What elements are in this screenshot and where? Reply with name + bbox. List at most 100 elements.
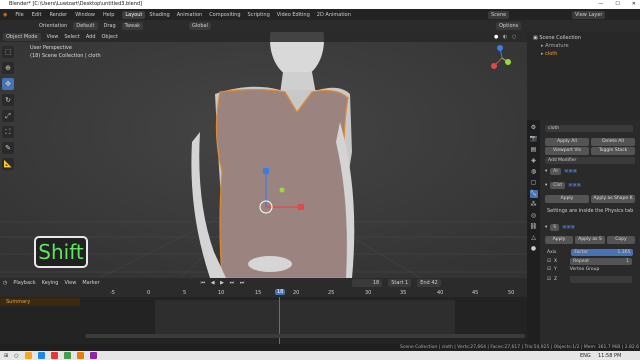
tab-animation[interactable]: Animation [174,11,206,19]
tab-layout[interactable]: Layout [122,10,146,19]
modifier-smooth-name[interactable]: S [550,224,560,231]
modifier-smooth-header[interactable]: ▾ S ▣▣▣ [545,224,575,231]
material-tab-icon[interactable]: ● [530,245,538,253]
tab-2d-animation[interactable]: 2D Animation [314,11,354,19]
tool-tab-icon[interactable]: ⚙ [530,124,538,132]
object-name-field[interactable]: cloth [545,125,633,132]
timeline-menu-marker[interactable]: Marker [82,280,99,286]
measure-icon[interactable]: 📐 [2,158,14,170]
viewport-menu-select[interactable]: Select [64,34,79,40]
orientation-dropdown[interactable]: Default [73,22,98,30]
cursor-icon[interactable]: ⊕ [2,62,14,74]
menu-window[interactable]: Window [75,12,95,18]
blender-taskbar-icon[interactable] [76,352,84,359]
app-icon[interactable] [89,352,97,359]
data-tab-icon[interactable]: △ [530,234,538,242]
expand-icon[interactable]: ▾ [545,183,547,188]
modifier-armature-name[interactable]: Ar [550,168,562,175]
viewport-menu-view[interactable]: View [47,34,59,40]
transform-icon[interactable]: ⛶ [2,126,14,138]
timeline-menu-playback[interactable]: Playback [13,280,35,286]
object-tab-icon[interactable]: ▢ [530,179,538,187]
viewport-vis-button[interactable]: Viewport Vis [545,147,589,155]
clock[interactable]: 11:58 PM [598,353,621,359]
explorer-icon[interactable] [24,352,32,359]
rotate-icon[interactable]: ↻ [2,94,14,106]
physics-tab-icon[interactable]: ◎ [530,212,538,220]
expand-icon[interactable]: ▾ [545,169,547,174]
menu-edit[interactable]: Edit [32,12,42,18]
viewport-menu-add[interactable]: Add [86,34,96,40]
tab-scripting[interactable]: Scripting [245,11,273,19]
apply-all-button[interactable]: Apply All [545,138,589,146]
delete-all-button[interactable]: Delete All [591,138,635,146]
end-frame-field[interactable]: End 42 [417,279,441,287]
app-icon[interactable] [50,352,58,359]
start-icon[interactable]: ⊞ [4,353,8,359]
search-icon[interactable]: ○ [14,353,18,359]
mode-dropdown[interactable]: Object Mode [3,33,41,41]
tab-video-editing[interactable]: Video Editing [274,11,313,19]
axis-x-checkbox[interactable]: ☑ [547,259,551,264]
viewport-menu-object[interactable]: Object [102,34,118,40]
expand-icon[interactable]: ▾ [545,225,547,230]
tab-shading[interactable]: Shading [146,11,172,19]
modifier-cloth-header[interactable]: ▾ Clot ▣▣▣ [545,182,581,189]
current-frame-field[interactable]: 18 [352,279,383,287]
modifier-tab-icon[interactable]: 🔧 [529,190,538,198]
modifier-visibility-icons[interactable]: ▣▣▣ [564,169,577,174]
modifier-cloth-name[interactable]: Clot [550,182,566,189]
outliner-item-armature[interactable]: ▸ Armature [533,42,634,50]
language-indicator[interactable]: ENG [580,353,591,359]
menu-help[interactable]: Help [103,12,114,18]
vertex-group-field[interactable] [570,276,633,283]
current-frame-marker[interactable]: 18 [275,289,286,295]
toggle-stack-button[interactable]: Toggle Stack [591,147,635,155]
scale-icon[interactable]: ⤢ [2,110,14,122]
modifier-armature-header[interactable]: ▾ Ar ▣▣▣ [545,168,577,175]
outliner-item-cloth[interactable]: ▸ cloth [533,50,634,58]
drag-dropdown[interactable]: Tweak [121,22,144,30]
keyframe-area[interactable] [155,300,455,334]
modifier-visibility-icons[interactable]: ▣▣▣ [568,183,581,188]
transform-orientation-dropdown[interactable]: Global [189,22,211,30]
particles-tab-icon[interactable]: ⁂ [530,201,538,209]
summary-channel[interactable]: Summary [0,298,80,306]
render-tab-icon[interactable]: 📷 [530,135,538,143]
factor-field[interactable]: Factor 1.365 [571,249,634,256]
copy-button[interactable]: Copy [607,236,635,244]
view-layer-selector[interactable]: View Layer [572,10,606,19]
select-box-icon[interactable]: ⬚ [2,46,14,58]
close-button[interactable]: ✕ [632,0,636,9]
scene-tab-icon[interactable]: ◈ [530,157,538,165]
app-icon[interactable] [63,352,71,359]
blender-logo-icon[interactable]: ◉ [3,12,7,18]
shading-rendered-icon[interactable]: ○ [512,34,516,40]
apply-button[interactable]: Apply [545,195,589,203]
output-tab-icon[interactable]: ▤ [530,146,538,154]
shading-solid-icon[interactable]: ● [494,34,498,40]
annotate-icon[interactable]: ✎ [2,142,14,154]
options-dropdown[interactable]: Options [496,22,522,30]
maximize-button[interactable]: ☐ [615,0,619,9]
app-icon[interactable] [37,352,45,359]
timeline-ruler[interactable]: -5 0 5 10 15 18 20 25 30 35 40 45 50 [0,288,527,297]
modifier-visibility-icons[interactable]: ▣▣▣ [562,225,575,230]
timeline-menu-view[interactable]: View [64,280,76,286]
constraints-tab-icon[interactable]: ⛓ [530,223,538,231]
shading-material-icon[interactable]: ◐ [503,34,507,40]
axis-z-checkbox[interactable]: ☑ [547,277,551,282]
add-modifier-dropdown[interactable]: Add Modifier [545,157,635,164]
repeat-field[interactable]: Repeat 1 [570,258,633,265]
outliner-scene-collection[interactable]: ▣ Scene Collection [533,34,634,42]
apply-as-shape-button[interactable]: Apply as Shape K [591,195,635,203]
minimize-button[interactable]: — [598,0,603,9]
menu-file[interactable]: File [15,12,23,18]
start-frame-field[interactable]: Start 1 [388,279,412,287]
move-icon[interactable]: ✥ [2,78,14,90]
timeline-scrollbar[interactable] [85,334,525,338]
axis-y-checkbox[interactable]: ☑ [547,267,551,272]
scene-selector[interactable]: Scene [488,10,510,19]
playback-controls[interactable]: ⏮ ◀ ▶ ⏭ ⏭ [201,280,247,286]
timeline-menu-keying[interactable]: Keying [42,280,59,286]
